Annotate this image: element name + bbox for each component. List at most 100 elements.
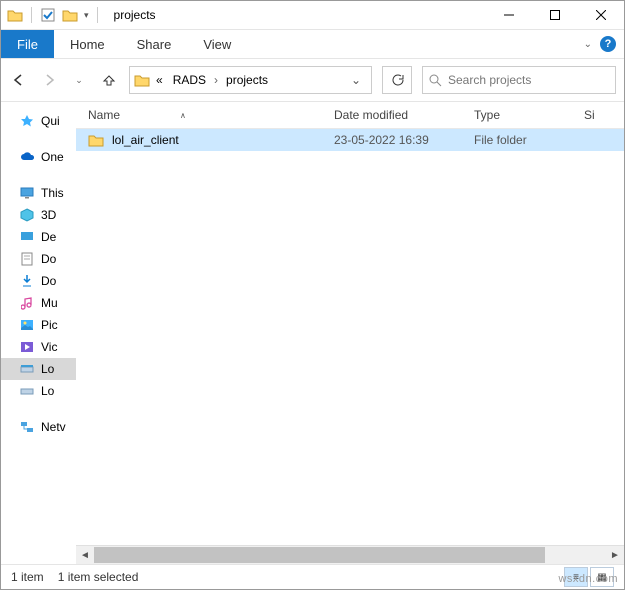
up-button[interactable] [99, 70, 119, 90]
minimize-button[interactable] [486, 1, 532, 29]
sidebar-item-label: Qui [41, 114, 60, 128]
video-icon [19, 339, 35, 355]
folder-icon[interactable] [62, 7, 78, 23]
scroll-right-icon[interactable]: ► [606, 547, 624, 563]
window-title: projects [114, 8, 156, 22]
sidebar-item-label: Netv [41, 420, 66, 434]
back-button[interactable] [9, 70, 29, 90]
ribbon-collapse-icon[interactable]: ⌄ [584, 39, 592, 50]
cube-icon [19, 207, 35, 223]
picture-icon [19, 317, 35, 333]
star-icon [19, 113, 35, 129]
sidebar-item-label: Vic [41, 340, 57, 354]
help-icon[interactable]: ? [600, 36, 616, 52]
sidebar-item-local-disk[interactable]: Lo [1, 358, 76, 380]
cloud-icon [19, 149, 35, 165]
horizontal-scrollbar[interactable]: ◄ ► [76, 545, 624, 564]
ribbon: File Home Share View ⌄ ? [1, 30, 624, 59]
sidebar-item-label: Lo [41, 384, 54, 398]
sidebar-item-onedrive[interactable]: One [1, 146, 76, 168]
sidebar-item-pictures[interactable]: Pic [1, 314, 76, 336]
file-row[interactable]: lol_air_client 23-05-2022 16:39 File fol… [76, 129, 624, 151]
sidebar-item-desktop[interactable]: De [1, 226, 76, 248]
thumbnails-view-button[interactable]: ▦ [590, 567, 614, 587]
window-controls [486, 1, 624, 29]
sidebar-item-documents[interactable]: Do [1, 248, 76, 270]
column-name[interactable]: Name ∧ [88, 108, 334, 122]
navigation-pane: Qui One This 3D De [1, 102, 76, 564]
sidebar-item-3d[interactable]: 3D [1, 204, 76, 226]
desktop-icon [19, 229, 35, 245]
quick-access-toolbar: ▾ [1, 7, 106, 23]
column-headers: Name ∧ Date modified Type Si [76, 102, 624, 129]
close-button[interactable] [578, 1, 624, 29]
properties-icon[interactable] [40, 7, 56, 23]
music-icon [19, 295, 35, 311]
sidebar-item-label: Lo [41, 362, 54, 376]
column-type[interactable]: Type [474, 108, 584, 122]
sidebar-item-label: This [41, 186, 64, 200]
separator [31, 7, 32, 23]
sort-ascending-icon: ∧ [180, 111, 186, 120]
pc-icon [19, 185, 35, 201]
chevron-right-icon[interactable]: › [212, 73, 220, 87]
breadcrumb-segment[interactable]: RADS [169, 73, 210, 87]
sidebar-item-label: 3D [41, 208, 56, 222]
forward-button[interactable] [39, 70, 59, 90]
breadcrumb-prefix[interactable]: « [152, 73, 167, 87]
explorer-window: ▾ projects File Home Share View ⌄ ? ⌄ « … [0, 0, 625, 590]
folder-icon [7, 7, 23, 23]
tab-home[interactable]: Home [54, 30, 121, 58]
content-pane: Name ∧ Date modified Type Si lol_air_cli… [76, 102, 624, 564]
file-type: File folder [474, 133, 584, 147]
file-list[interactable]: lol_air_client 23-05-2022 16:39 File fol… [76, 129, 624, 545]
breadcrumb-segment[interactable]: projects [222, 73, 272, 87]
sidebar-item-label: Pic [41, 318, 58, 332]
sidebar-item-label: One [41, 150, 64, 164]
sidebar-item-label: Do [41, 252, 56, 266]
scroll-thumb[interactable] [94, 547, 545, 563]
status-selection: 1 item selected [58, 570, 139, 584]
search-icon [429, 74, 442, 87]
document-icon [19, 251, 35, 267]
sidebar-item-local-disk[interactable]: Lo [1, 380, 76, 402]
search-placeholder: Search projects [448, 73, 531, 87]
search-box[interactable]: Search projects [422, 66, 616, 94]
maximize-button[interactable] [532, 1, 578, 29]
sidebar-item-videos[interactable]: Vic [1, 336, 76, 358]
refresh-button[interactable] [382, 66, 412, 94]
status-bar: 1 item 1 item selected ≡ ▦ [1, 564, 624, 589]
file-name: lol_air_client [112, 133, 179, 147]
drive-icon [19, 383, 35, 399]
details-view-button[interactable]: ≡ [564, 567, 588, 587]
view-switcher: ≡ ▦ [564, 567, 614, 587]
address-bar-row: ⌄ « RADS › projects ⌄ Search projects [1, 59, 624, 102]
column-label: Name [88, 108, 120, 122]
column-size[interactable]: Si [584, 108, 624, 122]
title-bar: ▾ projects [1, 1, 624, 30]
recent-dropdown-icon[interactable]: ⌄ [69, 70, 89, 90]
sidebar-item-downloads[interactable]: Do [1, 270, 76, 292]
drive-icon [19, 361, 35, 377]
column-date[interactable]: Date modified [334, 108, 474, 122]
qat-dropdown-icon[interactable]: ▾ [84, 10, 89, 21]
sidebar-item-quick-access[interactable]: Qui [1, 110, 76, 132]
body: Qui One This 3D De [1, 102, 624, 564]
sidebar-item-label: De [41, 230, 56, 244]
download-icon [19, 273, 35, 289]
sidebar-item-network[interactable]: Netv [1, 416, 76, 438]
file-tab[interactable]: File [1, 30, 54, 58]
sidebar-item-this-pc[interactable]: This [1, 182, 76, 204]
separator [97, 7, 98, 23]
sidebar-item-label: Mu [41, 296, 58, 310]
address-bar[interactable]: « RADS › projects ⌄ [129, 66, 372, 94]
scroll-track[interactable] [94, 547, 606, 563]
tab-share[interactable]: Share [121, 30, 188, 58]
folder-icon [88, 133, 106, 147]
sidebar-item-label: Do [41, 274, 56, 288]
address-dropdown-icon[interactable]: ⌄ [345, 73, 367, 87]
sidebar-item-music[interactable]: Mu [1, 292, 76, 314]
tab-view[interactable]: View [187, 30, 247, 58]
scroll-left-icon[interactable]: ◄ [76, 547, 94, 563]
status-item-count: 1 item [11, 570, 44, 584]
